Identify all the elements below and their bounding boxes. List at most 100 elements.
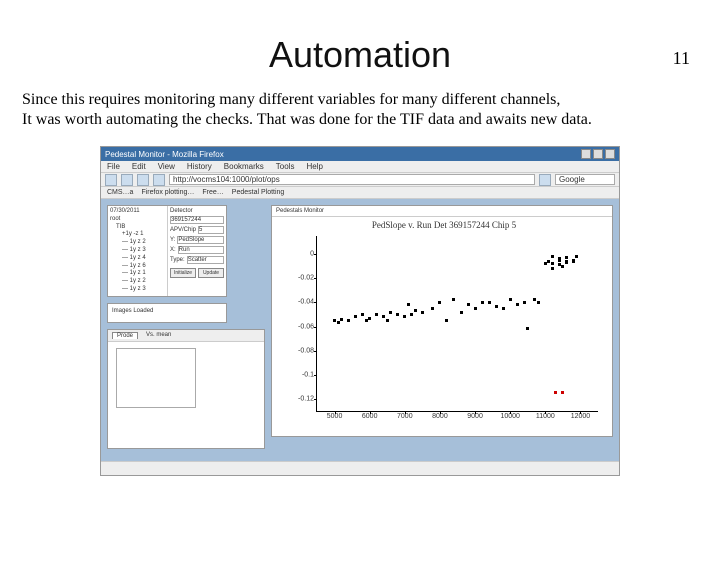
initialize-button[interactable]: Initialize: [170, 268, 196, 278]
data-point: [368, 317, 371, 320]
data-point: [481, 301, 484, 304]
back-icon[interactable]: [105, 174, 117, 186]
menu-file[interactable]: File: [107, 162, 120, 171]
tree-node[interactable]: — 1y z 1: [110, 270, 165, 278]
y-field[interactable]: PedSlope: [177, 236, 224, 244]
window-title: Pedestal Monitor - Mozilla Firefox: [105, 150, 224, 159]
data-point: [460, 311, 463, 314]
y-tick: -0.1: [287, 371, 317, 378]
data-point: [340, 318, 343, 321]
bookmark-item[interactable]: Pedestal Plotting: [232, 189, 285, 196]
bookmark-item[interactable]: Free…: [202, 189, 223, 196]
data-point: [386, 319, 389, 322]
data-point: [431, 307, 434, 310]
tab-vs-mean[interactable]: Vs. mean: [146, 332, 171, 339]
x-label: X:: [170, 247, 176, 253]
tab-prode[interactable]: Prode: [112, 332, 138, 339]
y-tick: 0: [287, 251, 317, 258]
data-point: [337, 321, 340, 324]
data-point: [474, 307, 477, 310]
update-button[interactable]: Update: [198, 268, 224, 278]
data-point: [575, 255, 578, 258]
bookmark-bar: CMS…a Firefox plotting… Free… Pedestal P…: [101, 187, 619, 199]
menu-bookmarks[interactable]: Bookmarks: [224, 162, 264, 171]
body-line-1: Since this requires monitoring many diff…: [22, 90, 698, 110]
tree-node[interactable]: — 1y z 4: [110, 255, 165, 263]
tree-node[interactable]: +1y -z 1: [110, 231, 165, 239]
browser-menubar: File Edit View History Bookmarks Tools H…: [101, 161, 619, 173]
reload-icon[interactable]: [137, 174, 149, 186]
chart-title: PedSlope v. Run Det 369157244 Chip 5: [282, 220, 606, 230]
type-field[interactable]: Scatter: [187, 256, 224, 264]
data-point: [516, 303, 519, 306]
data-point: [495, 305, 498, 308]
data-point: [551, 255, 554, 258]
tree-node[interactable]: — 1y z 2: [110, 278, 165, 286]
data-point: [452, 298, 455, 301]
data-point: [389, 311, 392, 314]
chart-plot-area: 0-0.02-0.04-0.06-0.08-0.1-0.125000600070…: [316, 236, 598, 412]
address-bar[interactable]: http://vocms104:1000/plot/ops: [169, 174, 535, 185]
detector-label: Detector: [170, 208, 193, 214]
y-tick: -0.02: [287, 275, 317, 282]
browser-toolbar: http://vocms104:1000/plot/ops Google: [101, 173, 619, 187]
status-text: Images Loaded: [112, 308, 153, 314]
data-point: [526, 327, 529, 330]
menu-view[interactable]: View: [158, 162, 175, 171]
menu-history[interactable]: History: [187, 162, 212, 171]
x-field[interactable]: Run: [178, 246, 224, 254]
data-point: [354, 315, 357, 318]
window-titlebar: Pedestal Monitor - Mozilla Firefox: [101, 147, 619, 161]
data-point: [403, 315, 406, 318]
go-icon[interactable]: [539, 174, 551, 186]
preview-thumbnail[interactable]: [116, 348, 196, 408]
data-point: [410, 313, 413, 316]
detector-tree[interactable]: 07/30/2011 root TIB +1y -z 1 — 1y z 2 — …: [108, 206, 168, 296]
data-point: [551, 267, 554, 270]
data-point: [421, 311, 424, 314]
y-tick: -0.06: [287, 323, 317, 330]
control-panel: 07/30/2011 root TIB +1y -z 1 — 1y z 2 — …: [107, 205, 227, 297]
tree-node[interactable]: root: [110, 216, 165, 224]
config-form: Detector 369157244 APV/Chip5 Y:PedSlope …: [168, 206, 226, 296]
data-point: [445, 319, 448, 322]
tree-node[interactable]: — 1y z 6: [110, 263, 165, 271]
maximize-icon[interactable]: [593, 149, 603, 159]
status-panel: Images Loaded: [107, 303, 227, 323]
tree-node[interactable]: — 1y z 3: [110, 286, 165, 294]
data-point: [488, 301, 491, 304]
data-point: [438, 301, 441, 304]
y-tick: -0.04: [287, 299, 317, 306]
bookmark-item[interactable]: CMS…a: [107, 189, 133, 196]
chart-plot: PedSlope v. Run Det 369157244 Chip 5 0-0…: [282, 220, 606, 430]
data-point: [361, 313, 364, 316]
forward-icon[interactable]: [121, 174, 133, 186]
tree-node[interactable]: — 1y z 2: [110, 239, 165, 247]
type-label: Type:: [170, 257, 185, 263]
search-box[interactable]: Google: [555, 174, 615, 185]
home-icon[interactable]: [153, 174, 165, 186]
data-point: [565, 260, 568, 263]
chart-tab[interactable]: Pedestals Monitor: [276, 208, 324, 214]
menu-edit[interactable]: Edit: [132, 162, 146, 171]
data-point: [537, 301, 540, 304]
close-icon[interactable]: [605, 149, 615, 159]
page-number: 11: [673, 48, 690, 69]
data-point: [565, 256, 568, 259]
data-point: [407, 303, 410, 306]
menu-help[interactable]: Help: [306, 162, 322, 171]
y-tick: -0.12: [287, 395, 317, 402]
minimize-icon[interactable]: [581, 149, 591, 159]
data-point: [509, 298, 512, 301]
detector-field[interactable]: 369157244: [170, 216, 224, 224]
tree-node[interactable]: — 1y z 3: [110, 247, 165, 255]
data-point: [572, 260, 575, 263]
menu-tools[interactable]: Tools: [276, 162, 295, 171]
tree-node[interactable]: TIB: [110, 224, 165, 232]
bookmark-item[interactable]: Firefox plotting…: [141, 189, 194, 196]
data-point: [467, 303, 470, 306]
data-point: [558, 257, 561, 260]
body-line-2: It was worth automating the checks. That…: [22, 110, 698, 130]
chip-field[interactable]: 5: [198, 226, 224, 234]
data-point: [375, 313, 378, 316]
